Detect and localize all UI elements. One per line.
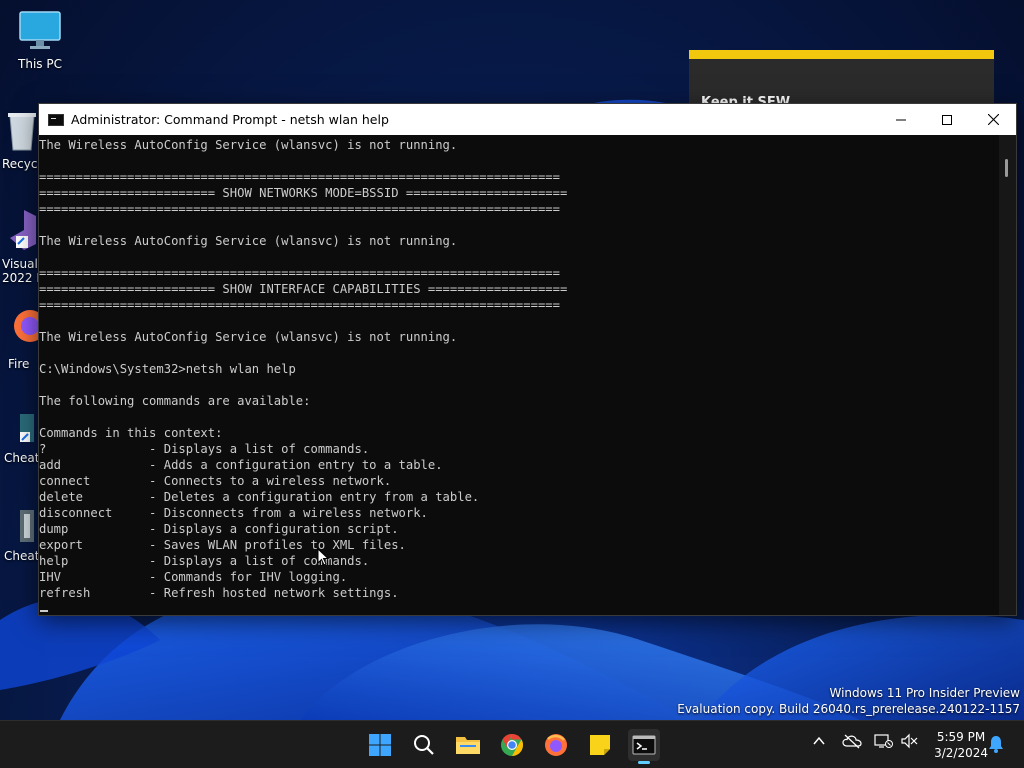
console-line: ========================================… (39, 266, 560, 280)
console-line: ========================================… (39, 170, 560, 184)
onedrive-tray-button[interactable] (842, 733, 862, 753)
minimize-icon (896, 119, 906, 120)
console-output[interactable]: The Wireless AutoConfig Service (wlansvc… (39, 137, 999, 615)
console-line: add - Adds a configuration entry to a ta… (39, 458, 443, 472)
console-line: The Wireless AutoConfig Service (wlansvc… (39, 330, 458, 344)
network-disconnected-icon (874, 734, 893, 748)
console-line: connect - Connects to a wireless network… (39, 474, 392, 488)
tray-overflow-button[interactable] (812, 734, 826, 752)
console-line: ========================================… (39, 202, 560, 216)
chevron-up-icon (813, 736, 825, 745)
console-line: The following commands are available: (39, 394, 311, 408)
text-cursor (40, 610, 48, 612)
scrollbar-thumb[interactable] (1005, 159, 1008, 177)
start-button[interactable] (364, 729, 396, 761)
maximize-icon (942, 114, 952, 125)
console-line: ========================================… (39, 298, 560, 312)
taskbar: 5:59 PM 3/2/2024 (0, 720, 1024, 768)
command-prompt-taskbar-button[interactable] (628, 729, 660, 764)
window-title: Administrator: Command Prompt - netsh wl… (71, 112, 389, 127)
console-line: help - Displays a list of commands. (39, 554, 370, 568)
evaluation-watermark: Windows 11 Pro Insider Preview Evaluatio… (677, 685, 1020, 717)
console-line: export - Saves WLAN profiles to XML file… (39, 538, 406, 552)
search-icon (414, 735, 434, 755)
console-line: refresh - Refresh hosted network setting… (39, 586, 399, 600)
console-line: Commands in this context: (39, 426, 223, 440)
console-line: dump - Displays a configuration script. (39, 522, 399, 536)
desktop-icon-this-pc[interactable]: This PC (0, 10, 80, 71)
taskbar-clock[interactable]: 5:59 PM 3/2/2024 (934, 729, 988, 761)
chrome-button[interactable] (496, 729, 528, 761)
console-line: The Wireless AutoConfig Service (wlansvc… (39, 234, 458, 248)
console-line: disconnect - Disconnects from a wireless… (39, 506, 428, 520)
console-line: ? - Displays a list of commands. (39, 442, 370, 456)
cheat-engine-icon (20, 510, 34, 542)
mouse-pointer-icon (317, 548, 329, 566)
console-line: ======================== SHOW NETWORKS M… (39, 186, 568, 200)
folder-icon (456, 737, 480, 754)
console-line: ======================== SHOW INTERFACE … (39, 282, 568, 296)
terminal-icon (48, 113, 64, 126)
terminal-icon (632, 735, 656, 755)
command-prompt-window[interactable]: Administrator: Command Prompt - netsh wl… (39, 104, 1016, 615)
clock-time: 5:59 PM (936, 730, 986, 744)
close-button[interactable] (970, 104, 1016, 135)
minimize-button[interactable] (878, 104, 924, 135)
cheat-engine-icon (20, 414, 34, 442)
maximize-button[interactable] (924, 104, 970, 135)
console-line: The Wireless AutoConfig Service (wlansvc… (39, 138, 458, 152)
console-line: C:\Windows\System32>netsh wlan help (39, 362, 296, 376)
chrome-icon (501, 734, 523, 756)
speaker-muted-icon (901, 733, 918, 749)
visual-studio-icon (10, 210, 36, 250)
watermark-build: Evaluation copy. Build 26040.rs_prerelea… (677, 702, 1020, 716)
bell-icon (989, 736, 1003, 753)
sticky-note-text: Keep it SFW (701, 95, 791, 110)
console-line: delete - Deletes a configuration entry f… (39, 490, 480, 504)
monitor-icon (19, 11, 61, 49)
firefox-button[interactable] (540, 729, 572, 761)
sticky-notes-button[interactable] (584, 729, 616, 761)
vertical-scrollbar[interactable] (999, 135, 1016, 615)
sticky-note-header (689, 50, 994, 59)
volume-tray-button[interactable] (900, 733, 918, 753)
search-button[interactable] (408, 729, 440, 761)
windows-logo-icon (369, 734, 391, 756)
network-tray-button[interactable] (874, 733, 894, 753)
clock-date: 3/2/2024 (934, 746, 988, 760)
close-icon (987, 114, 999, 125)
desktop-icon-label: This PC (18, 57, 62, 71)
recycle-bin-icon (8, 113, 36, 151)
console-line: IHV - Commands for IHV logging. (39, 570, 348, 584)
active-app-indicator (638, 761, 650, 764)
notifications-button[interactable] (988, 735, 1004, 757)
firefox-icon (545, 734, 567, 756)
watermark-edition: Windows 11 Pro Insider Preview (829, 686, 1020, 700)
title-bar[interactable]: Administrator: Command Prompt - netsh wl… (39, 104, 1016, 135)
cloud-offline-icon (842, 734, 862, 749)
sticky-notes-icon (590, 735, 610, 755)
file-explorer-button[interactable] (452, 729, 484, 761)
